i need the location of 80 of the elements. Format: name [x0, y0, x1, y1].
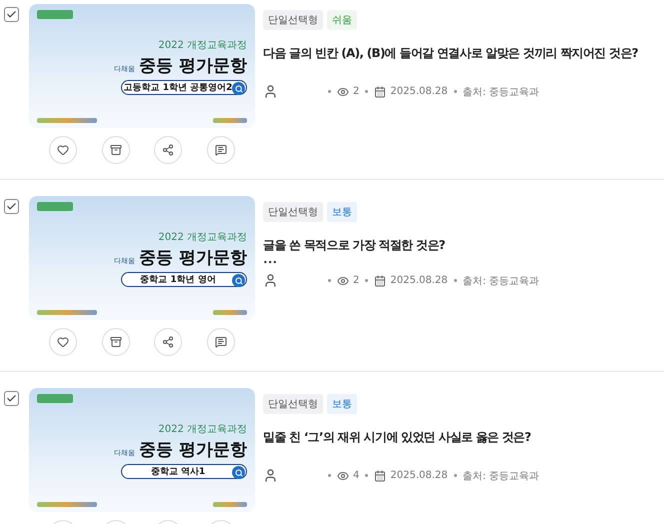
- share-button[interactable]: [154, 328, 182, 356]
- share-button[interactable]: [154, 136, 182, 164]
- comment-button[interactable]: [206, 328, 235, 356]
- heart-icon: [57, 144, 70, 156]
- logo-icon: [37, 10, 73, 19]
- source-text: 출처: 중등교육과: [462, 470, 540, 482]
- eye-icon: [337, 274, 349, 286]
- emblem-drawing: [213, 502, 247, 507]
- checkbox[interactable]: [4, 7, 19, 22]
- subject-pill: 고등학교 1학년 공통영어2: [121, 80, 247, 95]
- question-title[interactable]: 글을 쓴 목적으로 가장 적절한 것은?: [263, 237, 540, 254]
- type-tag: 단일선택형: [263, 394, 323, 414]
- search-icon: [232, 82, 245, 95]
- eye-icon: [337, 86, 349, 98]
- calendar-icon: [374, 274, 386, 286]
- logo-icon: [37, 202, 73, 211]
- share-icon: [162, 336, 174, 348]
- check-icon: [6, 9, 17, 20]
- search-icon: [232, 466, 245, 479]
- date-text: 2025.08.28: [390, 470, 448, 481]
- archive-button[interactable]: [102, 328, 130, 356]
- heart-icon: [57, 336, 70, 348]
- search-icon: [232, 274, 245, 287]
- calendar-icon: [374, 470, 386, 482]
- view-count: 2: [353, 86, 360, 97]
- slogan-drawing: [37, 118, 97, 123]
- type-tag: 단일선택형: [263, 10, 323, 30]
- difficulty-tag: 보통: [327, 394, 357, 414]
- user-icon: [263, 468, 278, 483]
- difficulty-tag: 보통: [327, 202, 357, 222]
- subject-pill: 중학교 역사1: [121, 464, 247, 479]
- separator-dot: [365, 279, 368, 282]
- emblem-drawing: [213, 118, 247, 123]
- checkbox[interactable]: [4, 391, 19, 406]
- slogan-drawing: [37, 502, 97, 507]
- question-title[interactable]: 밑줄 친 ‘그’의 재위 시기에 있었던 사실로 옳은 것은?: [263, 429, 540, 446]
- question-title[interactable]: 다음 글의 빈칸 (A), (B)에 들어갈 연결사로 알맞은 것끼리 짝지어진 것은?: [263, 45, 638, 62]
- separator-dot: [454, 90, 457, 93]
- curriculum-label: 2022 개정교육과정: [158, 423, 247, 436]
- user-icon: [263, 84, 278, 99]
- separator-dot: [328, 90, 331, 93]
- separator-dot: [365, 90, 368, 93]
- logo-icon: [37, 394, 73, 403]
- separator-dot: [328, 279, 331, 282]
- like-button[interactable]: [49, 136, 78, 164]
- archive-button[interactable]: [102, 136, 130, 164]
- type-tag: 단일선택형: [263, 202, 323, 222]
- comment-icon: [214, 336, 227, 348]
- thumbnail-title: 중등 평가문항: [139, 439, 247, 461]
- share-icon: [162, 144, 174, 156]
- comment-icon: [214, 144, 227, 156]
- view-count: 2: [353, 275, 360, 286]
- eye-icon: [337, 470, 349, 482]
- more-label[interactable]: •••: [263, 258, 540, 267]
- source-text: 출처: 중등교육과: [462, 274, 540, 288]
- calendar-icon: [374, 86, 386, 98]
- subject-pill: 중학교 1학년 영어: [121, 272, 247, 287]
- thumbnail-title: 중등 평가문항: [139, 55, 247, 77]
- slogan-drawing: [37, 310, 97, 315]
- archive-icon: [110, 336, 122, 348]
- separator-dot: [454, 279, 457, 282]
- curriculum-label: 2022 개정교육과정: [158, 39, 247, 52]
- comment-button[interactable]: [206, 136, 235, 164]
- separator-dot: [328, 474, 331, 477]
- source-text: 출처: 중등교육과: [462, 86, 540, 98]
- check-icon: [6, 393, 17, 404]
- user-icon: [263, 273, 278, 288]
- thumbnail-title: 중등 평가문항: [139, 247, 247, 269]
- like-button[interactable]: [49, 328, 78, 356]
- date-text: 2025.08.28: [390, 275, 448, 286]
- separator-dot: [365, 474, 368, 477]
- date-text: 2025.08.28: [390, 86, 448, 97]
- check-icon: [6, 201, 17, 212]
- checkbox[interactable]: [4, 199, 19, 214]
- emblem-drawing: [213, 310, 247, 315]
- view-count: 4: [353, 470, 360, 481]
- difficulty-tag: 쉬움: [327, 10, 357, 30]
- curriculum-label: 2022 개정교육과정: [158, 231, 247, 244]
- separator-dot: [454, 474, 457, 477]
- archive-icon: [110, 144, 122, 156]
